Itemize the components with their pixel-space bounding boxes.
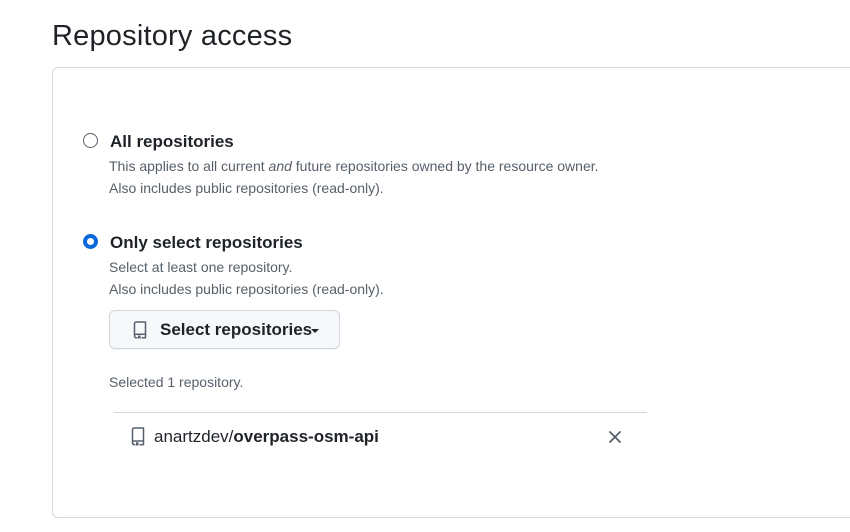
page-title: Repository access [52,20,293,52]
select-repositories-button[interactable]: Select repositories [109,310,340,349]
repository-access-panel: All repositories This applies to all cur… [52,67,850,518]
repo-icon [131,427,145,446]
selected-repository-list: anartzdev/overpass-osm-api [114,412,647,461]
option-description: Select at least one repository. [109,259,293,275]
repo-icon [133,321,147,339]
selected-count: Selected 1 repository. [109,374,244,390]
caret-down-icon [311,329,319,333]
repository-repo: overpass-osm-api [233,427,379,446]
radio-all-repositories[interactable] [83,133,98,148]
option-label[interactable]: Only select repositories [110,231,303,255]
option-description-note: Also includes public repositories (read-… [109,281,384,297]
radio-select-repositories[interactable] [83,234,98,249]
close-icon[interactable] [606,428,624,446]
select-repositories-label: Select repositories [160,320,313,339]
option-label[interactable]: All repositories [110,130,234,154]
repository-owner: anartzdev/ [154,427,234,446]
repository-access-page: Repository access All repositories This … [0,0,850,532]
option-description: This applies to all current and future r… [109,158,599,174]
repository-name: anartzdev/overpass-osm-api [154,426,379,448]
list-item: anartzdev/overpass-osm-api [114,413,647,461]
option-description-note: Also includes public repositories (read-… [109,180,384,196]
